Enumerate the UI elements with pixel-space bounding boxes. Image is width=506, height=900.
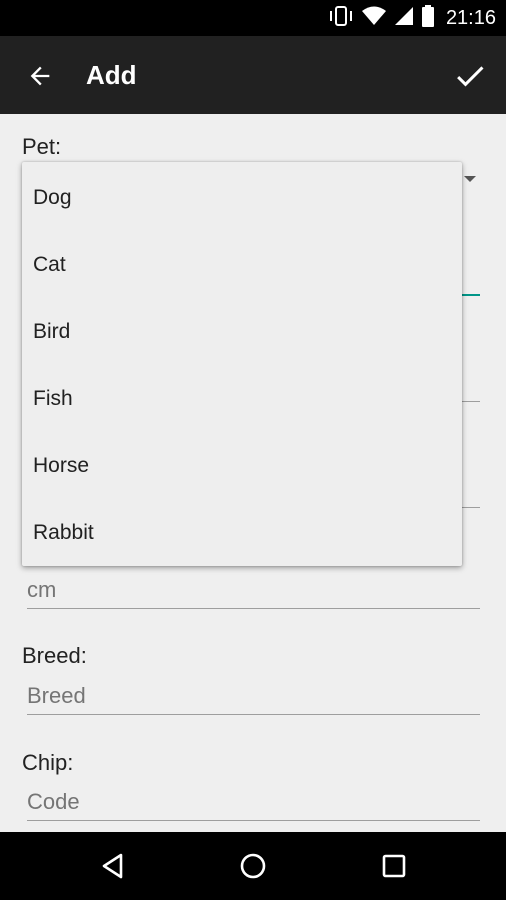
nav-home-button[interactable] <box>233 846 273 886</box>
save-button[interactable] <box>450 56 490 96</box>
height-input[interactable] <box>27 572 480 609</box>
field-underline <box>462 507 480 508</box>
status-bar: 21:16 <box>0 0 506 36</box>
pet-dropdown: Dog Cat Bird Fish Horse Rabbit <box>22 162 462 566</box>
dropdown-option-bird[interactable]: Bird <box>22 298 462 365</box>
dropdown-option-horse[interactable]: Horse <box>22 432 462 499</box>
dropdown-option-fish[interactable]: Fish <box>22 365 462 432</box>
cell-signal-icon <box>394 6 414 31</box>
back-triangle-icon <box>102 853 123 879</box>
chip-input[interactable] <box>27 784 480 821</box>
recents-square-icon <box>382 854 406 878</box>
breed-input[interactable] <box>27 678 480 715</box>
app-bar: Add <box>0 36 506 114</box>
dropdown-option-rabbit[interactable]: Rabbit <box>22 499 462 566</box>
chip-label: Chip: <box>22 750 74 775</box>
vibrate-icon <box>328 5 354 32</box>
active-field-underline <box>462 294 480 296</box>
back-button[interactable] <box>22 58 58 94</box>
navigation-bar <box>0 832 506 900</box>
screen: 21:16 Add Pet: Breed: Chip: Dog Cat Bird… <box>0 0 506 900</box>
home-circle-icon <box>240 853 266 879</box>
page-title: Add <box>86 60 137 90</box>
status-time: 21:16 <box>445 6 496 29</box>
dropdown-option-cat[interactable]: Cat <box>22 231 462 298</box>
dropdown-option-dog[interactable]: Dog <box>22 164 462 231</box>
battery-icon <box>421 4 434 32</box>
spinner-arrow-icon[interactable] <box>464 176 476 182</box>
pet-label: Pet: <box>22 134 62 159</box>
check-icon <box>457 66 484 87</box>
arrow-left-icon <box>30 66 50 86</box>
nav-recents-button[interactable] <box>374 846 414 886</box>
field-underline <box>462 401 480 402</box>
status-icons: 21:16 <box>328 0 496 36</box>
breed-label: Breed: <box>22 643 87 668</box>
nav-back-button[interactable] <box>93 846 133 886</box>
wifi-icon <box>361 6 386 31</box>
